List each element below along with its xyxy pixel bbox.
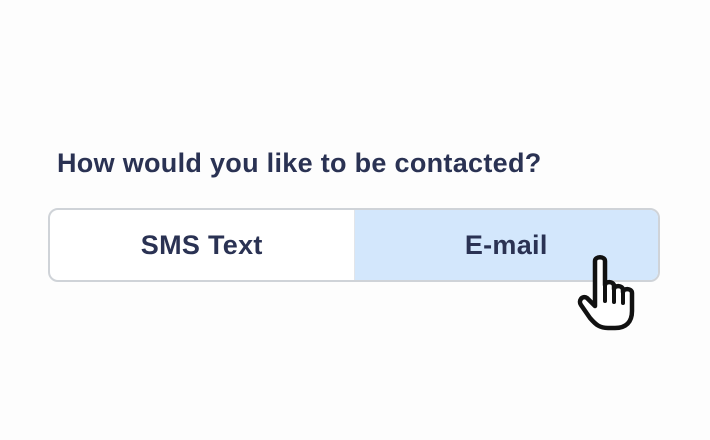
contact-question-label: How would you like to be contacted? xyxy=(57,148,542,178)
sms-text-option[interactable]: SMS Text xyxy=(50,210,355,280)
hand-pointer-icon xyxy=(577,255,635,331)
contact-method-toggle: SMS Text E-mail xyxy=(48,208,660,282)
